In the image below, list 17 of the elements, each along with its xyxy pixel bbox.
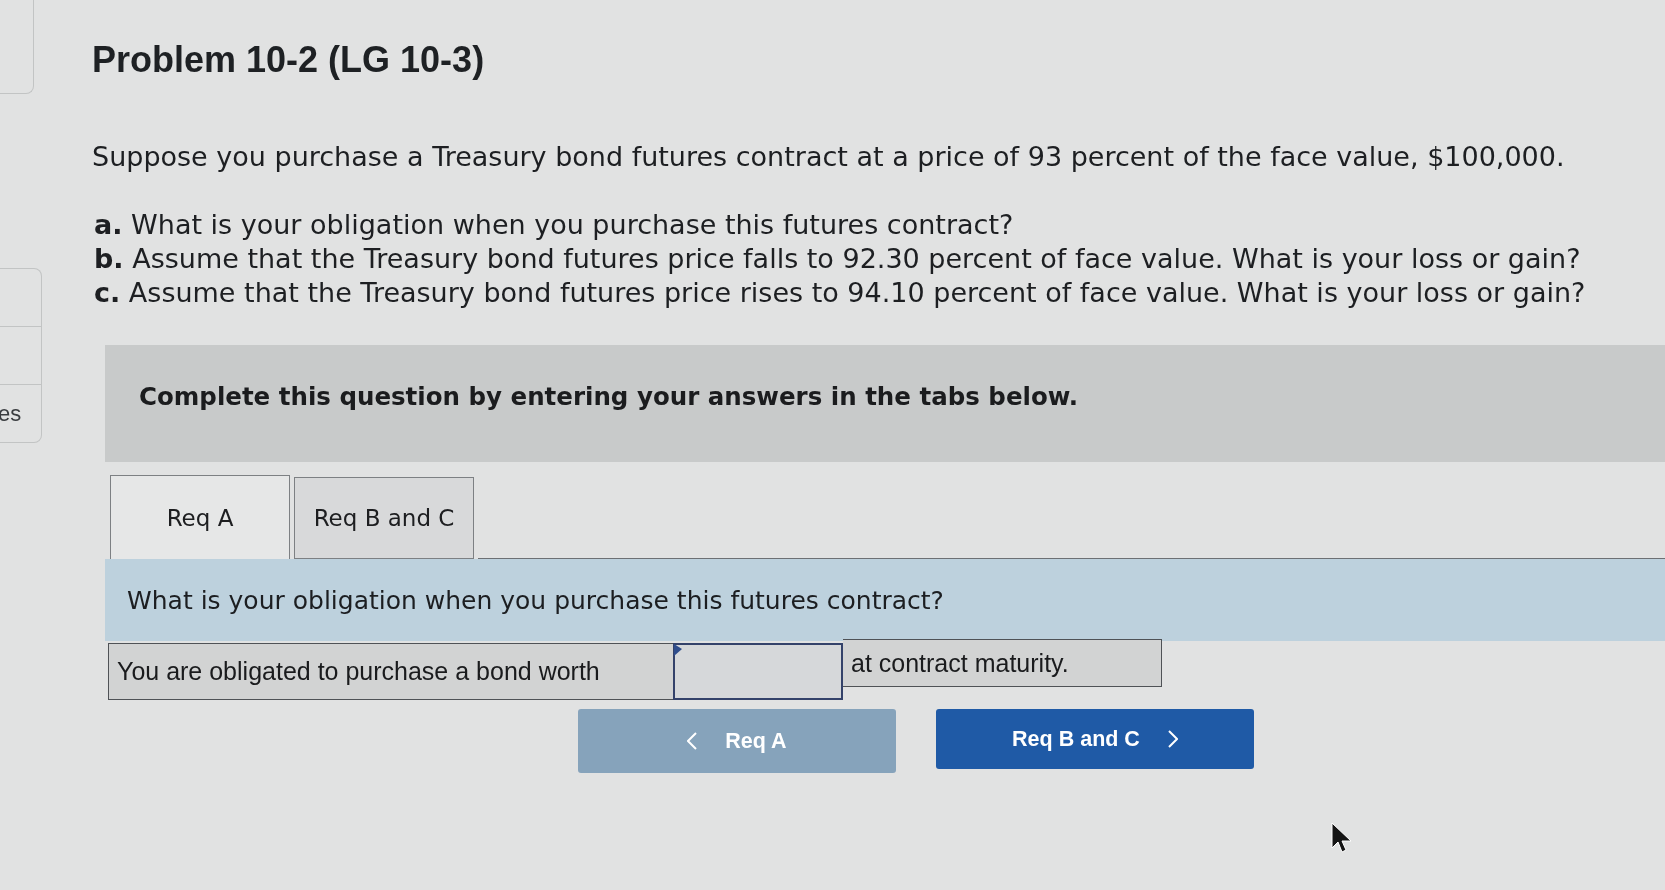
answer-field[interactable]	[673, 643, 843, 700]
tab[interactable]: Req A	[110, 475, 290, 559]
table-cell: You are obligated to purchase a bond worth	[108, 643, 673, 700]
problem-statement: Suppose you purchase a Treasury bond futures contract at a price of 93 percent of the face value, $100,000.	[92, 140, 1566, 174]
corner-flag-icon	[674, 644, 682, 656]
question-part: c. Assume that the Treasury bond futures price rises to 94.10 percent of face value. What is your loss or gain?	[94, 276, 1587, 310]
next-button[interactable]: Req B and C	[936, 709, 1254, 769]
question-part: a. What is your obligation when you purchase this futures contract?	[94, 208, 1015, 242]
instructions-text: Complete this question by entering your answers in the tabs below.	[139, 382, 1080, 412]
tab[interactable]: Req B and C	[294, 477, 474, 559]
question-text: What is your obligation when you purchase this futures contract?	[127, 586, 945, 616]
mouse-pointer-icon	[1331, 822, 1353, 854]
table-cell: at contract maturity.	[843, 639, 1162, 687]
chevron-right-icon	[1167, 730, 1178, 748]
chevron-left-icon	[687, 732, 698, 750]
question-part: b. Assume that the Treasury bond futures price falls to 92.30 percent of face value. What is your loss or gain?	[94, 242, 1582, 276]
problem-title: Problem 10-2 (LG 10-3)	[92, 40, 486, 80]
